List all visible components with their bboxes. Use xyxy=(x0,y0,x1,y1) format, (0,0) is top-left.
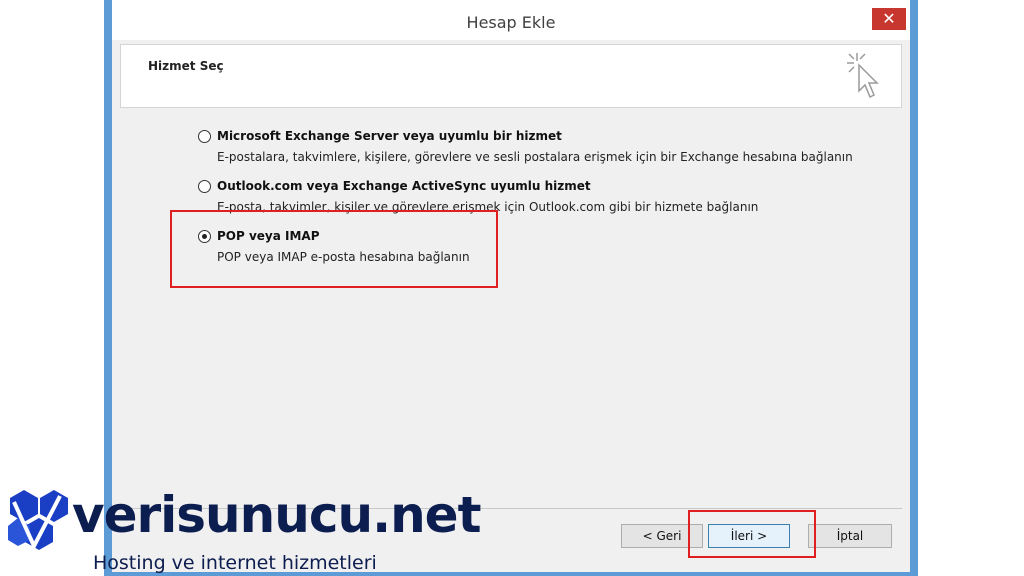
option-exchange-label: Microsoft Exchange Server veya uyumlu bi… xyxy=(217,129,562,143)
brand-logo-icon xyxy=(8,490,68,551)
brand-tagline: Hosting ve internet hizmetleri xyxy=(93,552,377,574)
brand-name: verisunucu.net xyxy=(72,486,481,544)
next-highlight-box xyxy=(688,510,816,558)
pop-imap-highlight-box xyxy=(170,210,498,288)
title-bar: Hesap Ekle ✕ xyxy=(112,0,910,40)
option-exchange-description: E-postalara, takvimlere, kişilere, görev… xyxy=(217,150,853,164)
close-button[interactable]: ✕ xyxy=(872,8,906,30)
window-title: Hesap Ekle xyxy=(466,13,556,32)
radio-exchange[interactable] xyxy=(198,130,211,143)
wizard-cursor-icon xyxy=(847,53,879,99)
wizard-header: Hizmet Seç xyxy=(120,44,902,108)
page-title: Hizmet Seç xyxy=(148,59,224,73)
option-outlook-com-label: Outlook.com veya Exchange ActiveSync uyu… xyxy=(217,179,591,193)
brand-watermark: verisunucu.net Hosting ve internet hizme… xyxy=(0,486,481,576)
close-icon: ✕ xyxy=(882,9,896,28)
cancel-button[interactable]: İptal xyxy=(808,524,892,548)
radio-outlook-com[interactable] xyxy=(198,180,211,193)
